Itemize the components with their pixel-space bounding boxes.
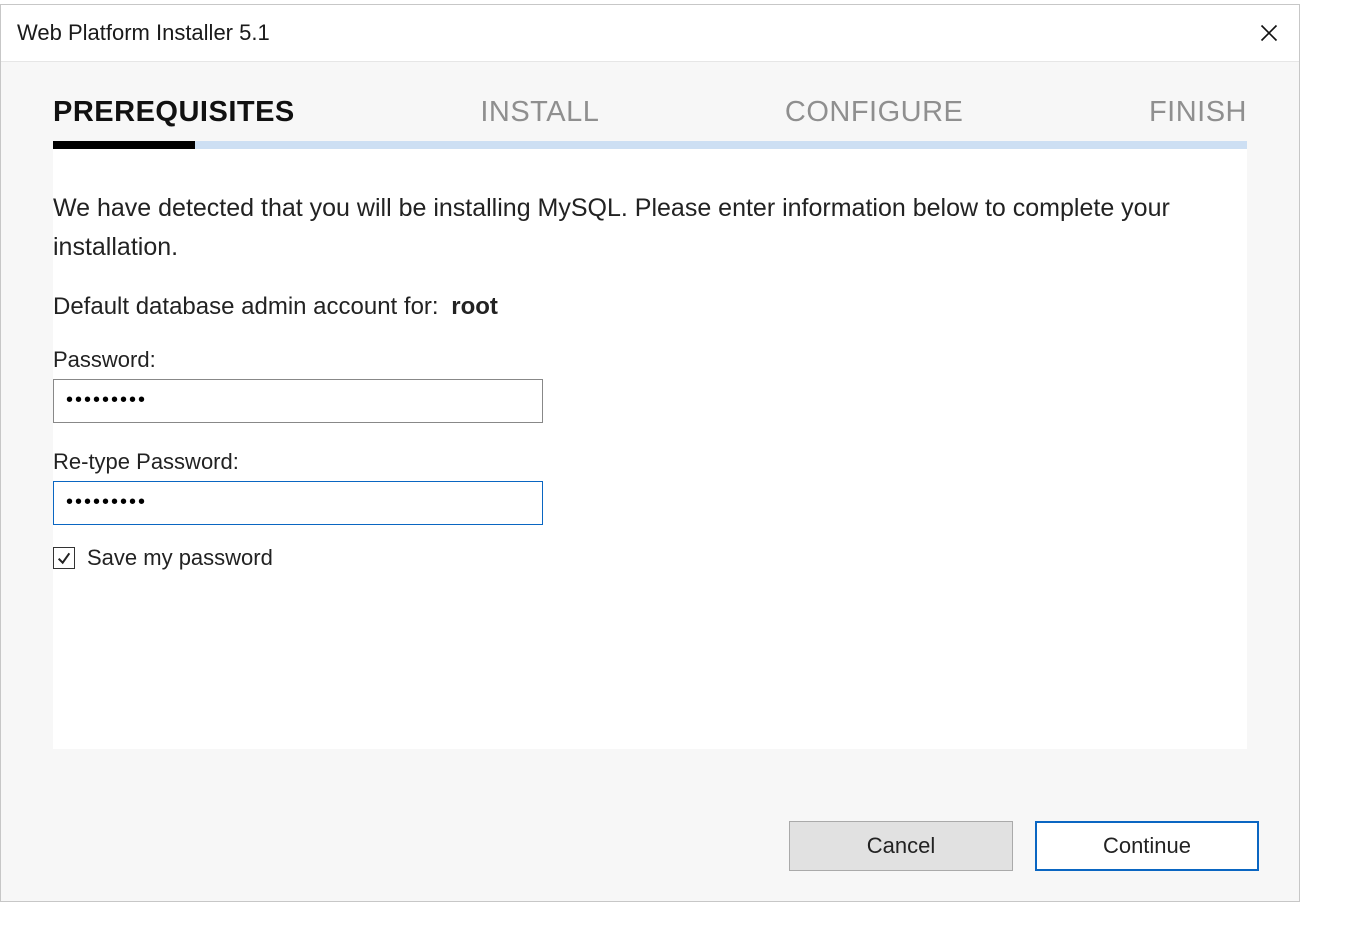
save-password-label: Save my password — [87, 545, 273, 571]
progress-track — [53, 141, 1247, 149]
password-label: Password: — [53, 347, 1247, 373]
cancel-button[interactable]: Cancel — [789, 821, 1013, 871]
instruction-text: We have detected that you will be instal… — [53, 189, 1173, 267]
checkmark-icon — [56, 550, 72, 566]
admin-account-line: Default database admin account for: root — [53, 293, 1247, 321]
content-panel: We have detected that you will be instal… — [53, 149, 1247, 749]
password-input[interactable] — [53, 379, 543, 423]
close-button[interactable] — [1249, 13, 1289, 53]
wizard-stepper: PREREQUISITES INSTALL CONFIGURE FINISH — [1, 62, 1299, 129]
save-password-checkbox[interactable] — [53, 547, 75, 569]
retype-password-input[interactable] — [53, 481, 543, 525]
progress-fill — [53, 141, 195, 149]
window-title: Web Platform Installer 5.1 — [17, 20, 270, 46]
footer-buttons: Cancel Continue — [789, 821, 1259, 871]
close-icon — [1259, 23, 1279, 43]
password-field-block: Password: — [53, 347, 1247, 423]
continue-button[interactable]: Continue — [1035, 821, 1259, 871]
step-configure: CONFIGURE — [785, 96, 964, 129]
step-finish: FINISH — [1149, 96, 1247, 129]
step-prerequisites: PREREQUISITES — [53, 96, 295, 129]
retype-password-field-block: Re-type Password: — [53, 449, 1247, 525]
titlebar: Web Platform Installer 5.1 — [1, 5, 1299, 62]
save-password-row: Save my password — [53, 545, 1247, 571]
retype-password-label: Re-type Password: — [53, 449, 1247, 475]
admin-account-label: Default database admin account for: — [53, 293, 439, 320]
step-install: INSTALL — [480, 96, 599, 129]
admin-account-value: root — [451, 293, 498, 320]
installer-window: Web Platform Installer 5.1 PREREQUISITES… — [0, 4, 1300, 902]
